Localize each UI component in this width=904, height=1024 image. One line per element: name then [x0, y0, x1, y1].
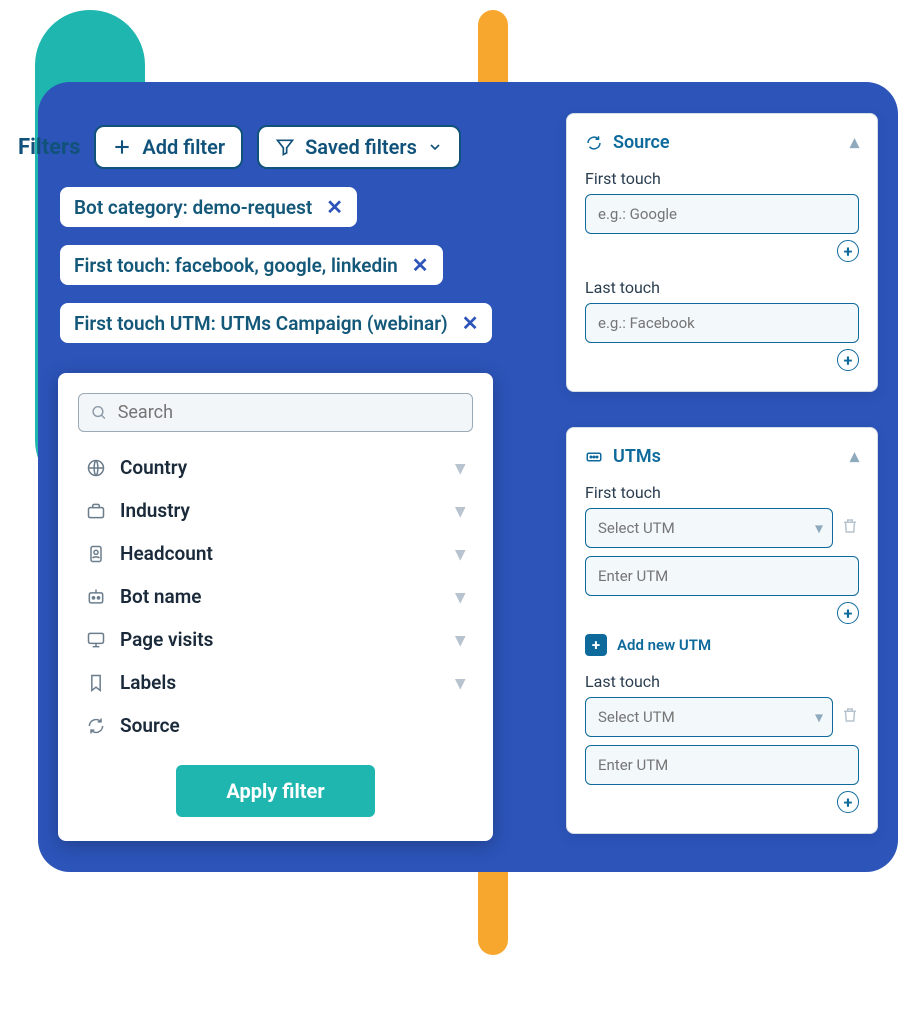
filter-chip[interactable]: First touch UTM: UTMs Campaign (webinar)… [58, 301, 494, 345]
last-touch-label: Last touch [585, 278, 859, 297]
chevron-down-icon: ▾ [815, 519, 823, 538]
remove-chip-icon[interactable]: ✕ [326, 195, 343, 219]
filter-item-source[interactable]: Source [78, 704, 473, 747]
filter-item-label: Industry [120, 499, 190, 522]
filter-panel: Country ▾ Industry ▾ Headcount ▾ Bot nam… [58, 373, 493, 841]
filter-chip-label: First touch UTM: UTMs Campaign (webinar) [74, 312, 448, 335]
search-icon [91, 404, 108, 422]
first-touch-label: First touch [585, 169, 859, 188]
source-card-title: Source [613, 132, 670, 153]
filter-item-page-visits[interactable]: Page visits ▾ [78, 618, 473, 661]
search-wrapper[interactable] [78, 393, 473, 432]
select-utm-dropdown[interactable] [585, 508, 833, 548]
chevron-down-icon [427, 139, 443, 155]
add-filter-button[interactable]: Add filter [94, 125, 243, 169]
add-new-utm-button[interactable]: + Add new UTM [585, 634, 859, 656]
utm-last-touch-label: Last touch [585, 672, 859, 691]
monitor-icon [86, 630, 106, 650]
chevron-down-icon: ▾ [455, 628, 465, 651]
filter-item-label: Labels [120, 671, 176, 694]
add-first-source-button[interactable]: + [837, 240, 859, 262]
utms-card-title: UTMs [613, 446, 661, 467]
apply-filter-button[interactable]: Apply filter [176, 765, 374, 817]
saved-filters-button[interactable]: Saved filters [257, 125, 461, 169]
utm-icon [585, 448, 603, 466]
remove-chip-icon[interactable]: ✕ [412, 253, 429, 277]
utm-first-touch-label: First touch [585, 483, 859, 502]
filter-item-bot-name[interactable]: Bot name ▾ [78, 575, 473, 618]
select-utm-dropdown[interactable] [585, 697, 833, 737]
add-new-utm-label: Add new UTM [617, 636, 711, 654]
filter-chip-label: First touch: facebook, google, linkedin [74, 254, 398, 277]
utms-card: UTMs ▴ First touch ▾ + + Add new UTM Las… [566, 427, 878, 834]
filter-chip[interactable]: First touch: facebook, google, linkedin … [58, 243, 445, 287]
saved-filters-label: Saved filters [305, 135, 417, 159]
source-card: Source ▴ First touch + Last touch + [566, 113, 878, 392]
collapse-icon[interactable]: ▴ [850, 446, 859, 467]
collapse-icon[interactable]: ▴ [850, 132, 859, 153]
remove-chip-icon[interactable]: ✕ [462, 311, 479, 335]
add-utm-row-button[interactable]: + [837, 602, 859, 624]
chevron-down-icon: ▾ [455, 542, 465, 565]
last-touch-input[interactable] [585, 303, 859, 343]
filter-item-label: Bot name [120, 585, 201, 608]
filter-item-country[interactable]: Country ▾ [78, 446, 473, 489]
filter-item-labels[interactable]: Labels ▾ [78, 661, 473, 704]
globe-icon [86, 458, 106, 478]
filter-item-label: Page visits [120, 628, 213, 651]
add-filter-label: Add filter [142, 135, 225, 159]
filter-item-label: Country [120, 456, 187, 479]
bot-icon [86, 587, 106, 607]
filter-item-headcount[interactable]: Headcount ▾ [78, 532, 473, 575]
plus-square-icon: + [585, 634, 607, 656]
refresh-icon [585, 134, 603, 152]
filter-item-industry[interactable]: Industry ▾ [78, 489, 473, 532]
refresh-icon [86, 716, 106, 736]
funnel-icon [275, 137, 295, 157]
first-touch-input[interactable] [585, 194, 859, 234]
search-input[interactable] [118, 402, 460, 423]
chevron-down-icon: ▾ [455, 456, 465, 479]
chevron-down-icon: ▾ [455, 671, 465, 694]
filter-chip-label: Bot category: demo-request [74, 196, 312, 219]
enter-utm-input[interactable] [585, 745, 859, 785]
delete-utm-icon[interactable] [841, 706, 859, 728]
delete-utm-icon[interactable] [841, 517, 859, 539]
chevron-down-icon: ▾ [815, 708, 823, 727]
filter-item-label: Source [120, 714, 180, 737]
badge-icon [86, 544, 106, 564]
chevron-down-icon: ▾ [455, 499, 465, 522]
enter-utm-input[interactable] [585, 556, 859, 596]
filter-item-label: Headcount [120, 542, 213, 565]
plus-icon [112, 137, 132, 157]
chevron-down-icon: ▾ [455, 585, 465, 608]
add-utm-row-button[interactable]: + [837, 791, 859, 813]
filters-heading: Filters [18, 135, 80, 160]
bookmark-icon [86, 673, 106, 693]
add-last-source-button[interactable]: + [837, 349, 859, 371]
briefcase-icon [86, 501, 106, 521]
filter-chip[interactable]: Bot category: demo-request ✕ [58, 185, 359, 229]
